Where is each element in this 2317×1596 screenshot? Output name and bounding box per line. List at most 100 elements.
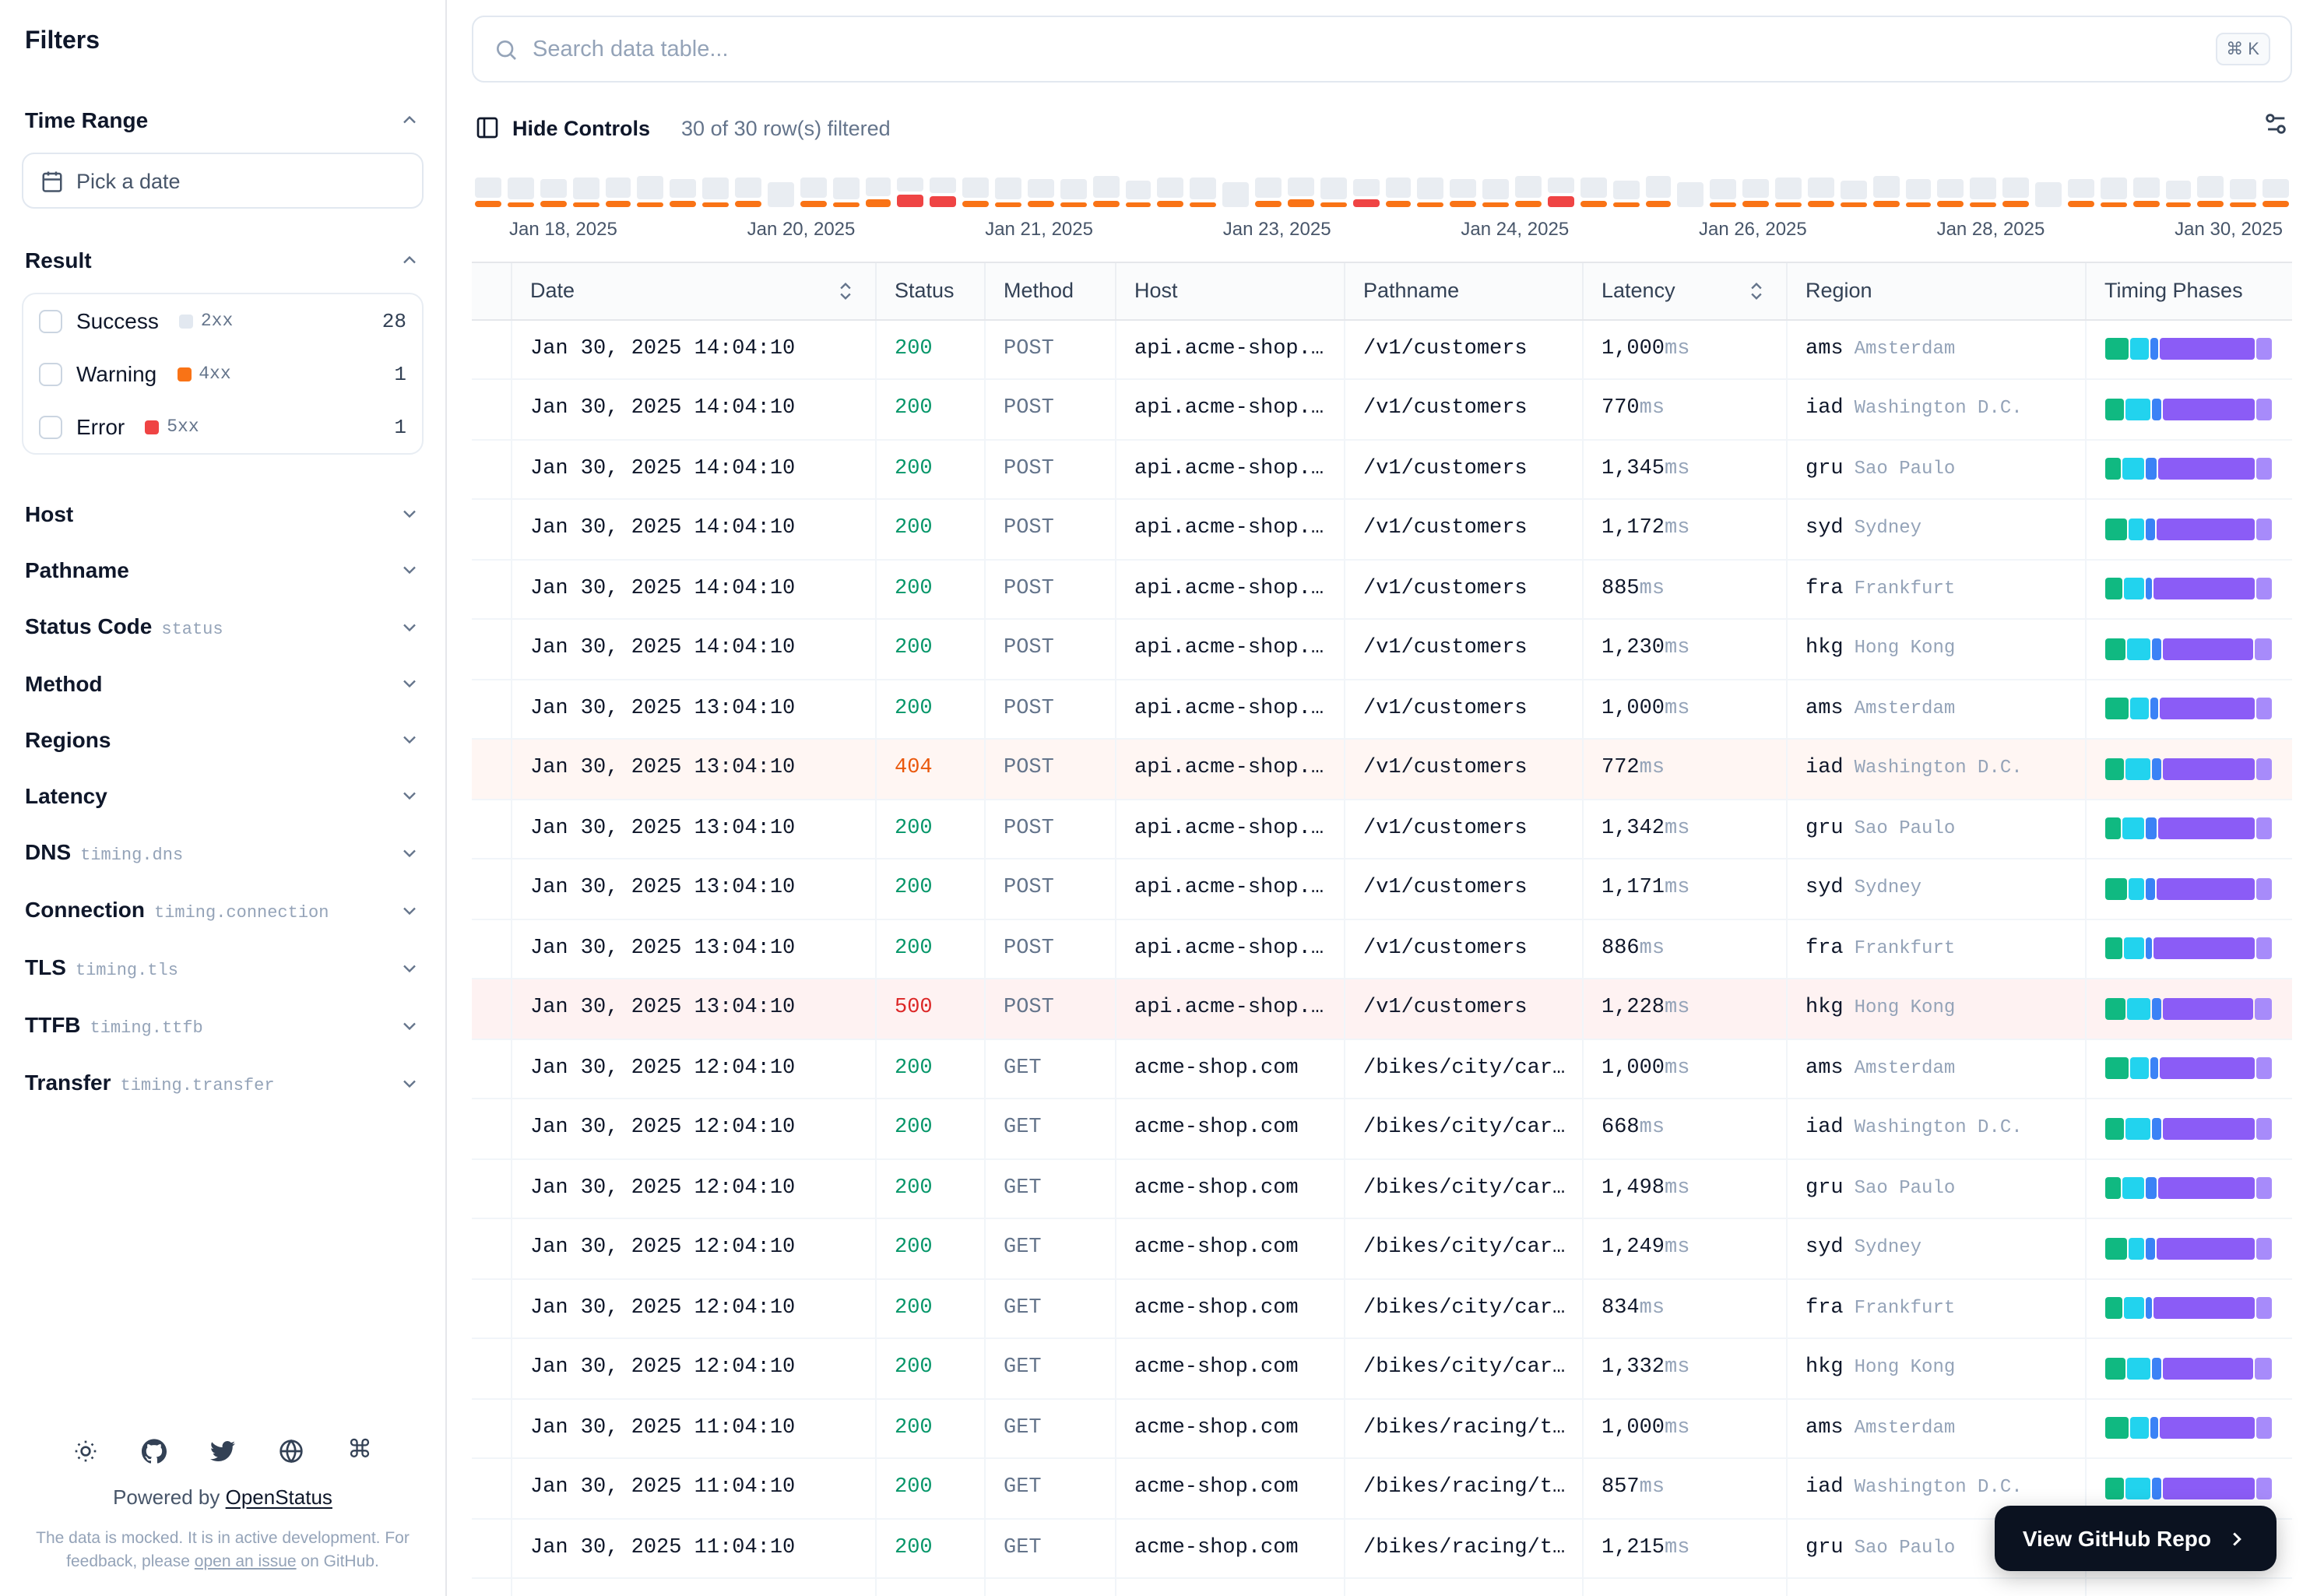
cell-indicator[interactable] (472, 439, 512, 500)
histogram-bar[interactable] (1417, 178, 1444, 207)
histogram-bar[interactable] (1742, 179, 1769, 207)
header-status[interactable]: Status (875, 263, 985, 320)
github-icon[interactable] (142, 1438, 167, 1463)
cell-indicator[interactable] (472, 1218, 512, 1279)
checkbox[interactable] (39, 415, 62, 438)
histogram-bar[interactable] (1937, 179, 1964, 207)
checkbox[interactable] (39, 309, 62, 332)
histogram-bar[interactable] (1060, 179, 1087, 207)
table-row[interactable]: Jan 30, 2025 13:04:10 500 POST api.acme-sho… (472, 979, 2292, 1039)
date-picker[interactable]: Pick a date (22, 153, 424, 209)
cell-indicator[interactable] (472, 1458, 512, 1519)
section-regions[interactable]: Regions (22, 712, 424, 768)
cell-indicator[interactable] (472, 559, 512, 620)
histogram-bar[interactable] (1027, 179, 1054, 207)
table-row[interactable]: Jan 30, 2025 14:04:10 200 POST api.acme-sho… (472, 319, 2292, 380)
histogram-bar[interactable] (767, 182, 794, 207)
histogram-bar[interactable] (2002, 178, 2029, 207)
cell-indicator[interactable] (472, 739, 512, 800)
section-result[interactable]: Result (22, 234, 424, 287)
histogram-bar[interactable] (2263, 179, 2289, 207)
cell-indicator[interactable] (472, 1099, 512, 1159)
result-filter-item-success[interactable]: Success 2xx 28 (23, 294, 422, 347)
table-row[interactable]: Jan 30, 2025 12:04:10 200 GET acme-shop.com… (472, 1039, 2292, 1099)
openstatus-link[interactable]: OpenStatus (226, 1485, 332, 1508)
table-row[interactable]: Jan 30, 2025 12:04:10 200 GET acme-shop.com… (472, 1338, 2292, 1399)
open-issue-link[interactable]: open an issue (195, 1552, 297, 1571)
histogram-bar[interactable] (1872, 176, 1899, 207)
histogram-bar[interactable] (930, 178, 957, 207)
histogram-bar[interactable] (1482, 179, 1509, 207)
histogram-bar[interactable] (1125, 181, 1151, 207)
histogram-bar[interactable] (572, 178, 599, 207)
globe-icon[interactable] (279, 1438, 304, 1463)
hide-controls-button[interactable]: Hide Controls (475, 115, 650, 140)
histogram-bar[interactable] (865, 178, 891, 207)
histogram-bar[interactable] (1222, 182, 1249, 207)
section-transfer[interactable]: Transfer timing.transfer (22, 1054, 424, 1112)
search-input[interactable] (533, 37, 2202, 62)
header-latency[interactable]: Latency (1582, 263, 1787, 320)
histogram-bar[interactable] (1255, 178, 1282, 207)
table-row[interactable]: Jan 30, 2025 13:04:10 404 POST api.acme-sho… (472, 739, 2292, 800)
histogram-bar[interactable] (1710, 179, 1737, 207)
histogram-bar[interactable] (1840, 181, 1867, 207)
header-region[interactable]: Region (1786, 263, 2086, 320)
table-row[interactable]: Jan 30, 2025 14:04:10 200 POST api.acme-sho… (472, 379, 2292, 440)
histogram-bar[interactable] (1450, 179, 1477, 207)
histogram-bar[interactable] (1320, 178, 1347, 207)
cell-indicator[interactable] (472, 679, 512, 740)
table-row[interactable]: Jan 30, 2025 14:04:10 200 POST api.acme-sho… (472, 619, 2292, 680)
section-latency[interactable]: Latency (22, 768, 424, 824)
table-row[interactable]: Jan 30, 2025 11:04:10200GETacme-shop.com… (472, 1398, 2292, 1459)
cell-indicator[interactable] (472, 1158, 512, 1219)
table-row[interactable]: Jan 30, 2025 12:04:10 200 GET acme-shop.com… (472, 1099, 2292, 1159)
cell-indicator[interactable] (472, 1398, 512, 1459)
histogram-bar[interactable] (735, 178, 761, 207)
cell-indicator[interactable] (472, 799, 512, 860)
header-date[interactable]: Date (511, 263, 876, 320)
histogram-bar[interactable] (995, 178, 1021, 207)
table-row[interactable]: Jan 30, 2025 14:04:10 200 POST api.acme-sho… (472, 439, 2292, 500)
table-row[interactable]: Jan 30, 2025 14:04:10 200 POST api.acme-sho… (472, 499, 2292, 560)
cell-indicator[interactable] (472, 979, 512, 1039)
result-filter-item-error[interactable]: Error 5xx 1 (23, 400, 422, 453)
cell-indicator[interactable] (472, 499, 512, 560)
section-status-code[interactable]: Status Code status (22, 598, 424, 656)
histogram-bar[interactable] (2100, 178, 2127, 207)
histogram-bar[interactable] (1645, 176, 1672, 207)
table-row[interactable]: Jan 30, 2025 13:04:10 200 POST api.acme-sho… (472, 919, 2292, 979)
histogram-bar[interactable] (832, 178, 859, 207)
table-row[interactable]: Jan 30, 2025 12:04:10 200 GET acme-shop.com… (472, 1218, 2292, 1279)
histogram-bar[interactable] (2197, 176, 2224, 207)
histogram-bar[interactable] (1807, 178, 1834, 207)
view-settings-icon[interactable] (2263, 111, 2289, 145)
cell-indicator[interactable] (472, 319, 512, 380)
result-filter-item-warning[interactable]: Warning 4xx 1 (23, 347, 422, 400)
section-host[interactable]: Host (22, 486, 424, 542)
cell-indicator[interactable] (472, 1338, 512, 1399)
histogram-bar[interactable] (1385, 178, 1412, 207)
histogram-bar[interactable] (475, 178, 501, 207)
cell-indicator[interactable] (472, 859, 512, 919)
table-row[interactable]: Jan 30, 2025 11:04:10200GETacme-shop.com… (472, 1578, 2292, 1596)
checkbox[interactable] (39, 362, 62, 385)
section-tls[interactable]: TLS timing.tls (22, 939, 424, 997)
cell-indicator[interactable] (472, 379, 512, 440)
section-time-range[interactable]: Time Range (22, 93, 424, 146)
command-icon[interactable]: ⌘ (347, 1437, 372, 1463)
histogram-bar[interactable] (507, 178, 534, 207)
cell-indicator[interactable] (472, 1039, 512, 1099)
table-row[interactable]: Jan 30, 2025 12:04:10 200 GET acme-shop.com… (472, 1158, 2292, 1219)
histogram-bar[interactable] (670, 179, 697, 207)
histogram-bar[interactable] (2165, 181, 2192, 207)
cell-indicator[interactable] (472, 1518, 512, 1579)
histogram-bar[interactable] (1970, 178, 1997, 207)
section-connection[interactable]: Connection timing.connection (22, 881, 424, 939)
view-github-repo-button[interactable]: View GitHub Repo (1994, 1506, 2277, 1571)
header-method[interactable]: Method (984, 263, 1116, 320)
table-row[interactable]: Jan 30, 2025 13:04:10 200 POST api.acme-sho… (472, 679, 2292, 740)
histogram-bar[interactable] (540, 179, 567, 207)
histogram-bar[interactable] (1352, 179, 1379, 207)
histogram-bar[interactable] (605, 178, 631, 207)
